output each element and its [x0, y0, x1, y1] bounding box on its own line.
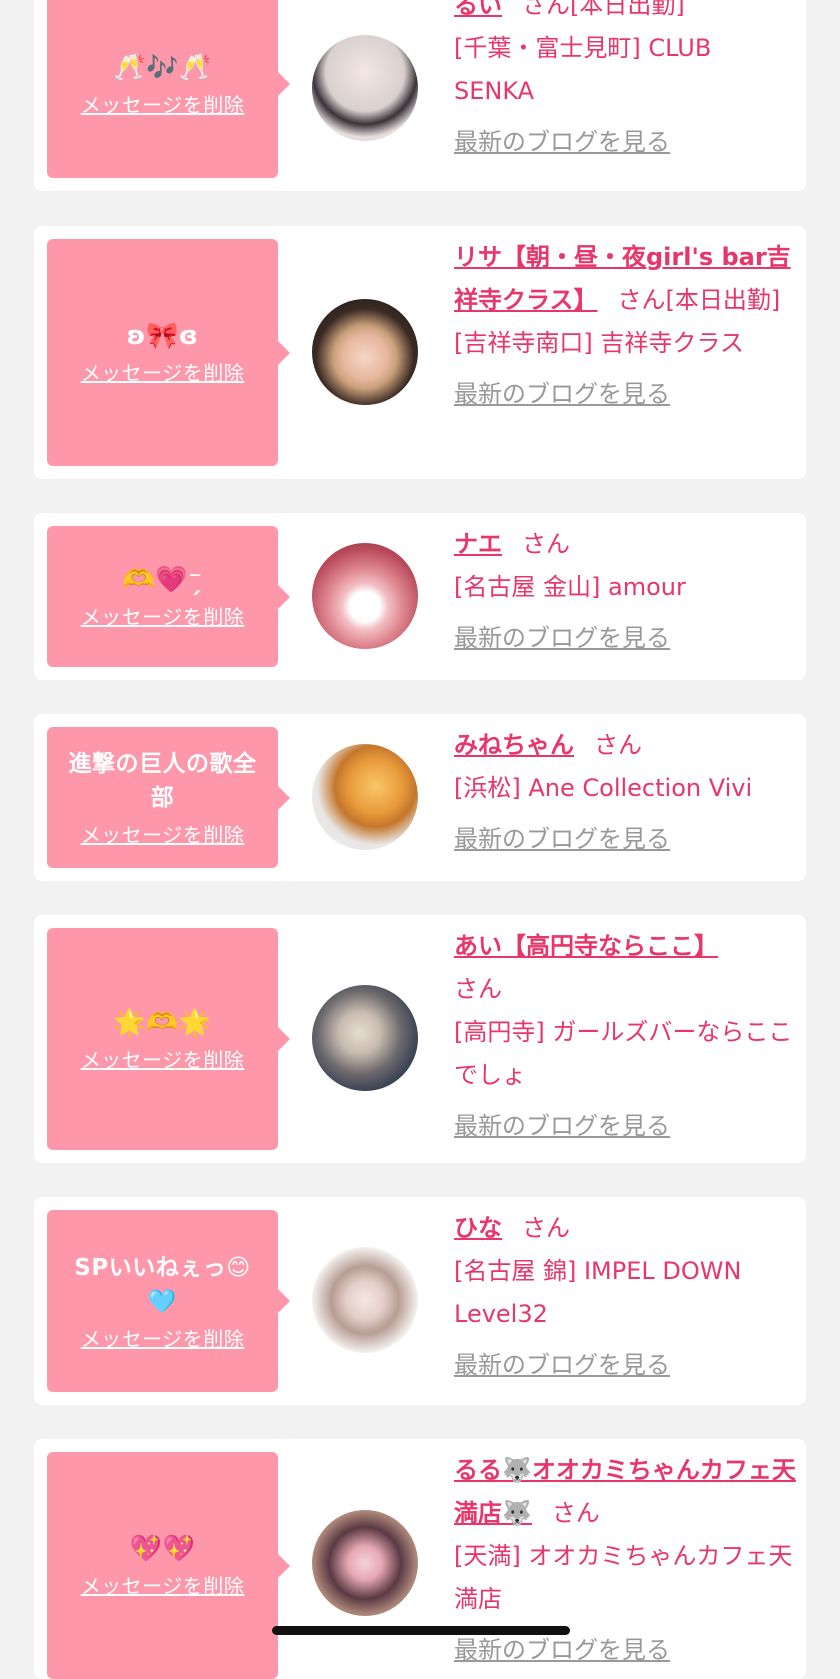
- profile-name-link[interactable]: るる🐺オオカミちゃんカフェ天満店🐺: [454, 1456, 796, 1527]
- avatar[interactable]: [312, 1247, 418, 1353]
- latest-blog-link[interactable]: 最新のブログを見る: [454, 617, 670, 660]
- san-suffix: さん: [522, 530, 570, 558]
- message-text: 🥂🎶🥂: [113, 52, 212, 83]
- message-card: 🫶💗⁻̗ メッセージを削除 ナエ さん [名古屋 金山] amour 最新のブログ…: [34, 513, 806, 680]
- shop-info: [名古屋 金山] amour: [454, 573, 686, 601]
- avatar[interactable]: [312, 543, 418, 649]
- profile-name-link[interactable]: るい: [454, 0, 502, 19]
- message-card: 進撃の巨人の歌全部 メッセージを削除 みねちゃん さん [浜松] Ane Coll…: [34, 714, 806, 881]
- shop-info: [浜松] Ane Collection Vivi: [454, 774, 753, 802]
- message-bubble: 進撃の巨人の歌全部 メッセージを削除: [47, 727, 290, 868]
- latest-blog-link[interactable]: 最新のブログを見る: [454, 1344, 670, 1387]
- san-suffix: さん: [454, 975, 502, 1003]
- message-bubble: 💖💖 メッセージを削除: [47, 1452, 290, 1679]
- shop-info: [吉祥寺南口] 吉祥寺クラス: [454, 329, 744, 357]
- avatar[interactable]: [312, 744, 418, 850]
- message-bubble: ʚ🎀ɞ メッセージを削除: [47, 239, 290, 466]
- latest-blog-link[interactable]: 最新のブログを見る: [454, 818, 670, 861]
- latest-blog-link[interactable]: 最新のブログを見る: [454, 1629, 670, 1672]
- avatar[interactable]: [312, 299, 418, 405]
- message-bubble: SPいいねぇっ😊🩵 メッセージを削除: [47, 1210, 290, 1392]
- message-text: 🌟🫶🌟: [113, 1007, 212, 1038]
- shop-info: [天満] オオカミちゃんカフェ天満店: [454, 1542, 793, 1613]
- profile-name-link[interactable]: ナエ: [454, 530, 502, 558]
- message-card: 💖💖 メッセージを削除 るる🐺オオカミちゃんカフェ天満店🐺 さん [天満] オオカ…: [34, 1439, 806, 1679]
- latest-blog-link[interactable]: 最新のブログを見る: [454, 121, 670, 164]
- message-text: SPいいねぇっ😊🩵: [74, 1254, 251, 1315]
- profile-name-link[interactable]: みねちゃん: [454, 731, 574, 759]
- message-bubble: 🌟🫶🌟 メッセージを削除: [47, 928, 290, 1150]
- avatar[interactable]: [312, 985, 418, 1091]
- avatar[interactable]: [312, 1510, 418, 1616]
- delete-message-link[interactable]: メッセージを削除: [81, 819, 245, 848]
- avatar[interactable]: [312, 35, 418, 141]
- work-status: [本日出勤]: [665, 286, 781, 314]
- san-suffix: さん: [522, 1214, 570, 1242]
- san-suffix: さん: [594, 731, 642, 759]
- delete-message-link[interactable]: メッセージを削除: [81, 89, 245, 118]
- message-card: 🥂🎶🥂 メッセージを削除 るい さん[本日出勤] [千葉・富士見町] CLUB S…: [34, 0, 806, 191]
- delete-message-link[interactable]: メッセージを削除: [81, 357, 245, 386]
- message-bubble: 🫶💗⁻̗ メッセージを削除: [47, 526, 290, 667]
- shop-info: [千葉・富士見町] CLUB SENKA: [454, 34, 712, 105]
- shop-info: [高円寺] ガールズバーならここでしょ: [454, 1018, 793, 1089]
- profile-name-link[interactable]: ひな: [454, 1214, 502, 1242]
- latest-blog-link[interactable]: 最新のブログを見る: [454, 1105, 670, 1148]
- home-indicator: [272, 1626, 570, 1635]
- message-text: 🫶💗⁻̗: [122, 565, 203, 595]
- message-text: 💖💖: [129, 1534, 196, 1564]
- message-text: ʚ🎀ɞ: [126, 321, 199, 351]
- delete-message-link[interactable]: メッセージを削除: [81, 1323, 245, 1352]
- delete-message-link[interactable]: メッセージを削除: [81, 1570, 245, 1599]
- message-bubble: 🥂🎶🥂 メッセージを削除: [47, 0, 290, 178]
- profile-name-link[interactable]: あい【高円寺ならここ】: [454, 932, 718, 960]
- delete-message-link[interactable]: メッセージを削除: [81, 1044, 245, 1073]
- message-card: SPいいねぇっ😊🩵 メッセージを削除 ひな さん [名古屋 錦] IMPEL DO…: [34, 1197, 806, 1405]
- message-text: 進撃の巨人の歌全部: [68, 751, 257, 811]
- message-card: ʚ🎀ɞ メッセージを削除 リサ【朝・昼・夜girl's bar吉祥寺クラス】 さん…: [34, 226, 806, 479]
- shop-info: [名古屋 錦] IMPEL DOWN Level32: [454, 1257, 742, 1328]
- work-status: [本日出勤]: [570, 0, 685, 19]
- san-suffix: さん: [551, 1499, 600, 1527]
- san-suffix: さん: [522, 0, 570, 19]
- latest-blog-link[interactable]: 最新のブログを見る: [454, 373, 670, 416]
- message-card: 🌟🫶🌟 メッセージを削除 あい【高円寺ならここ】 さん [高円寺] ガールズバー…: [34, 915, 806, 1163]
- delete-message-link[interactable]: メッセージを削除: [81, 601, 245, 630]
- san-suffix: さん: [617, 286, 666, 314]
